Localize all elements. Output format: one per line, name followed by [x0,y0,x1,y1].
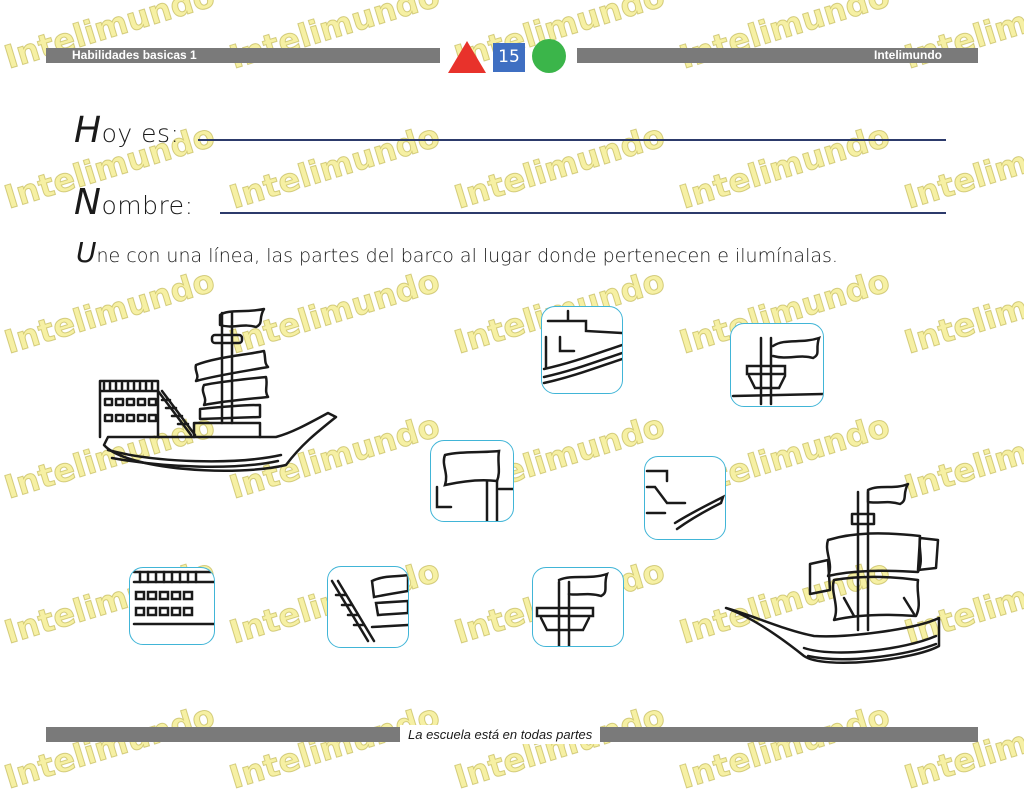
header-left-bar: Habilidades basicas 1 [46,48,440,63]
watermark-text: Intelimundo [674,0,895,77]
ship-piece-sail[interactable] [430,440,514,522]
footer-slogan: La escuela está en todas partes [400,725,601,744]
header-right-bar: Intelimundo [577,48,978,63]
instruction-initial: U [76,236,97,269]
date-label: Hoy es: [74,110,179,151]
name-label: Nombre: [74,182,194,223]
book-title: Habilidades basicas 1 [72,48,197,62]
instruction-body: ne con una línea, las partes del barco a… [96,245,838,267]
date-write-line[interactable] [198,139,946,141]
ship-piece-bow[interactable] [644,456,726,540]
ship-piece-flag-mast[interactable] [730,323,824,407]
ship-piece-hull[interactable] [541,306,623,394]
watermark-text: Intelimundo [449,696,670,796]
ship-piece-crows-nest[interactable] [532,567,624,647]
date-label-initial: H [74,110,102,151]
ship-illustration-right [724,482,941,664]
page-number: 15 [493,43,525,72]
watermark-text: Intelimundo [674,116,895,217]
watermark-text: Intelimundo [899,696,1024,796]
watermark-text: Intelimundo [899,261,1024,362]
brand-name: Intelimundo [874,48,942,62]
watermark-text: Intelimundo [0,0,220,77]
date-label-text: oy es: [101,119,180,148]
watermark-text: Intelimundo [899,116,1024,217]
ship-illustration-left [98,307,338,472]
red-triangle-icon [448,41,486,73]
name-label-text: ombre: [101,191,194,220]
watermark-text: Intelimundo [224,116,445,217]
watermark-text: Intelimundo [0,696,220,796]
ship-piece-rigging[interactable] [327,566,409,648]
ship-piece-castle[interactable] [129,567,215,645]
name-write-line[interactable] [220,212,946,214]
instruction-text: Une con una línea, las partes del barco … [76,239,896,269]
watermark-text: Intelimundo [224,696,445,796]
watermark-text: Intelimundo [674,696,895,796]
watermark-text: Intelimundo [224,0,445,77]
watermark-text: Intelimundo [449,116,670,217]
green-circle-icon [532,39,566,73]
name-label-initial: N [74,182,102,223]
watermark-text: Intelimundo [899,0,1024,77]
